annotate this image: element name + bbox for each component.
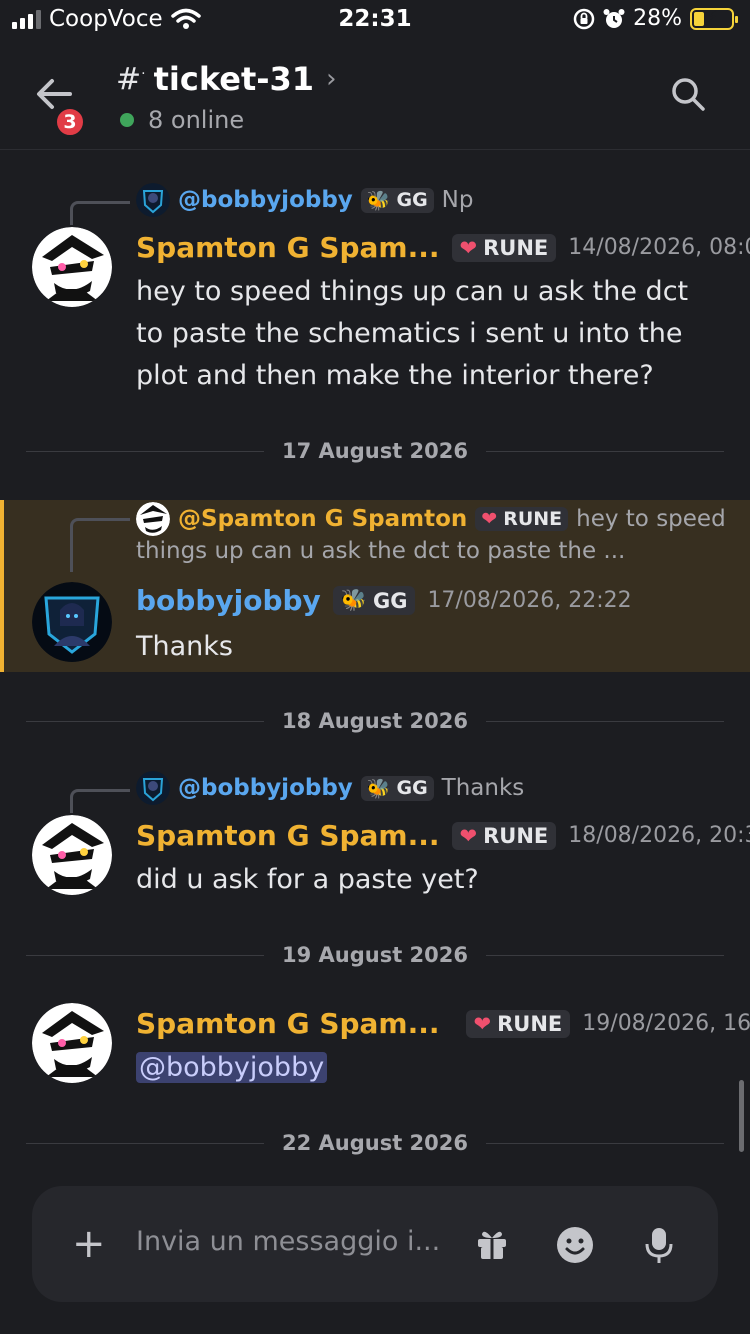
message-header: Spamton G Spam... ❤RUNE 18/08/2026, 20:3… [136, 819, 750, 852]
user-mention[interactable]: @bobbyjobby [136, 1052, 328, 1083]
channel-title[interactable]: #⋅ ticket-31 › [116, 60, 336, 98]
spamton-avatar-image [32, 815, 112, 895]
scrollbar[interactable] [739, 1080, 744, 1152]
bee-icon: 🐝 [366, 777, 391, 800]
reply-preview-continued: things up can u ask the dct to paste the… [136, 538, 625, 564]
bee-icon: 🐝 [340, 588, 367, 612]
reply-text: Thanks [441, 775, 525, 801]
date-label: 17 August 2026 [281, 439, 469, 463]
reply-author: @bobbyjobby [178, 187, 353, 213]
role-tag: ❤ RUNE [451, 233, 557, 262]
heart-icon: ❤ [481, 508, 498, 530]
reply-text: Np [441, 187, 474, 213]
message-header: bobbyjobby 🐝 GG 17/08/2026, 22:22 [136, 584, 632, 617]
microphone-icon[interactable] [642, 1226, 676, 1264]
message-input[interactable]: Invia un messaggio i... [136, 1226, 440, 1257]
reply-preview[interactable]: @Spamton G Spamton ❤ RUNE hey to speed [136, 502, 726, 536]
online-status: 8 online [120, 106, 244, 134]
reply-author: @bobbyjobby [178, 775, 353, 801]
spamton-avatar[interactable] [32, 815, 112, 895]
timestamp: 18/08/2026, 20:33 [568, 823, 750, 848]
bobbyjobby-avatar-image [32, 582, 112, 662]
spamton-mini-avatar [136, 502, 170, 536]
heart-icon: ❤ [459, 823, 478, 848]
spamton-avatar-image [32, 227, 112, 307]
bobbyjobby-mini-avatar [136, 771, 170, 805]
role-tag: ❤ RUNE [475, 507, 569, 531]
date-divider: 19 August 2026 [26, 940, 724, 970]
bobbyjobby-mini-avatar [136, 183, 170, 217]
bobbyjobby-avatar[interactable] [32, 582, 112, 662]
channel-name: ticket-31 [153, 60, 315, 98]
battery-percent: 28% [633, 6, 682, 31]
heart-icon: ❤ [473, 1011, 492, 1036]
status-right: 28% ⚡ [573, 6, 738, 31]
timestamp: 17/08/2026, 22:22 [427, 588, 632, 613]
reply-author: @Spamton G Spamton [178, 506, 468, 532]
reply-text-continued: things up can u ask the dct to paste the… [136, 538, 626, 564]
message[interactable]: @bobbyjobby 🐝 GG Thanks Spamton G Spam...… [0, 751, 750, 921]
message-feed[interactable]: @bobbyjobby 🐝 GG Np Spamton G Spam... ❤ RU… [0, 151, 750, 1181]
date-label: 19 August 2026 [281, 943, 469, 967]
spamton-avatar-image [32, 1003, 112, 1083]
message-text: @bobbyjobby [136, 1047, 716, 1089]
date-divider: 22 August 2026 [26, 1128, 724, 1158]
emoji-icon[interactable] [556, 1226, 594, 1264]
search-icon [672, 78, 705, 111]
role-tag: 🐝 GG [360, 187, 434, 213]
reply-preview[interactable]: @bobbyjobby 🐝 GG Np [136, 183, 473, 217]
heart-icon: ❤ [459, 235, 478, 260]
role-tag: ❤ RUNE [465, 1009, 571, 1038]
date-label: 18 August 2026 [281, 709, 469, 733]
role-tag: 🐝 GG [360, 775, 434, 801]
role-tag: 🐝 GG [332, 586, 416, 615]
message-header: Spamton G Spam... ❤RUNE 19/08/2026, 16:3… [136, 1007, 750, 1040]
message-text: hey to speed things up can u ask the dct… [136, 276, 689, 391]
message[interactable]: Spamton G Spam... ❤RUNE 19/08/2026, 16:3… [0, 991, 750, 1101]
online-dot-icon [120, 113, 134, 127]
timestamp: 14/08/2026, 08:07 [568, 235, 750, 260]
search-button[interactable] [670, 76, 706, 116]
author-name[interactable]: Spamton G Spam... [136, 819, 440, 852]
charging-bolt-icon: ⚡ [706, 6, 718, 26]
gift-icon[interactable] [474, 1226, 510, 1262]
message[interactable]: @bobbyjobby 🐝 GG Np Spamton G Spam... ❤ RU… [0, 151, 750, 431]
status-bar: CoopVoce 22:31 28% ⚡ [0, 0, 750, 44]
online-count: 8 online [148, 106, 245, 134]
date-divider: 17 August 2026 [26, 436, 724, 466]
author-name[interactable]: Spamton G Spam... [136, 231, 440, 264]
message-text: Thanks [136, 631, 233, 662]
spamton-avatar[interactable] [32, 227, 112, 307]
bee-icon: 🐝 [366, 189, 391, 212]
reply-connector [70, 789, 130, 813]
thread-hash-icon: #⋅ [116, 61, 146, 97]
reply-connector [70, 201, 130, 225]
plus-icon[interactable]: + [72, 1224, 106, 1264]
highlighted-message[interactable]: @Spamton G Spamton ❤ RUNE hey to speed th… [0, 500, 750, 672]
reply-connector [70, 518, 130, 572]
reply-text: hey to speed [576, 506, 726, 532]
alarm-icon [603, 8, 625, 28]
orientation-lock-icon [573, 8, 595, 29]
unread-badge: 3 [54, 106, 86, 138]
author-name[interactable]: Spamton G Spam... [136, 1007, 440, 1040]
channel-header: 3 #⋅ ticket-31 › 8 online [0, 44, 750, 150]
date-label: 22 August 2026 [281, 1131, 469, 1155]
chevron-right-icon: › [326, 64, 337, 94]
battery-icon: ⚡ [690, 6, 738, 30]
spamton-avatar[interactable] [32, 1003, 112, 1083]
message-composer: + Invia un messaggio i... [32, 1186, 718, 1302]
reply-preview[interactable]: @bobbyjobby 🐝 GG Thanks [136, 771, 524, 805]
message-text: did u ask for a paste yet? [136, 864, 479, 895]
date-divider: 18 August 2026 [26, 706, 724, 736]
author-name[interactable]: bobbyjobby [136, 584, 321, 617]
message-header: Spamton G Spam... ❤RUNE 14/08/2026, 08:0… [136, 231, 750, 264]
timestamp: 19/08/2026, 16:34 [582, 1011, 750, 1036]
role-tag: ❤ RUNE [451, 821, 557, 850]
